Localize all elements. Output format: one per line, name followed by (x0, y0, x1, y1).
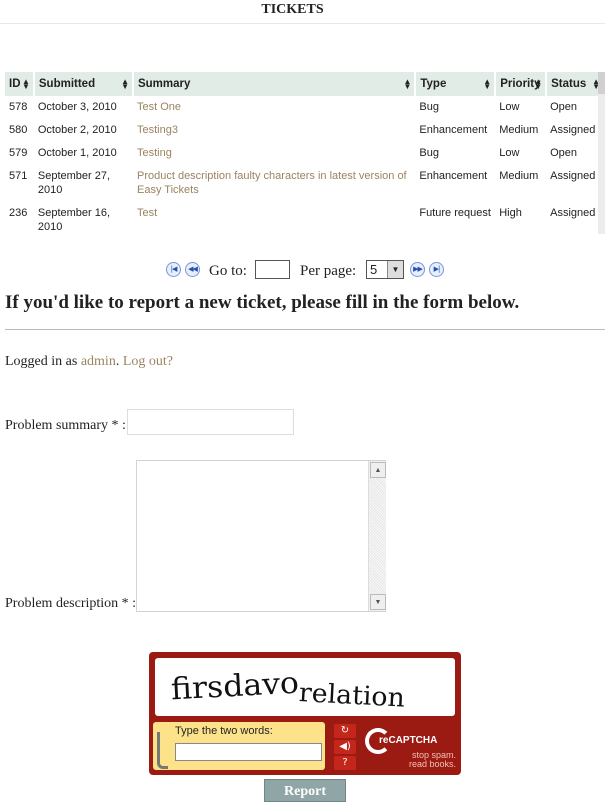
captcha-word-2: relation (298, 678, 406, 714)
column-header-id[interactable]: ID ▲ ▼ (5, 72, 35, 96)
captcha-words: firsdavo relation (170, 666, 406, 714)
ticket-summary-link[interactable]: Testing3 (133, 119, 415, 142)
logged-in-prefix: Logged in as (5, 354, 78, 369)
ticket-status: Open (550, 147, 578, 159)
first-page-icon[interactable]: |◀ (166, 262, 181, 277)
table-row[interactable]: 579 October 1, 2010 Testing Bug Low Open (5, 142, 604, 165)
sort-icon: ▲ ▼ (534, 77, 543, 91)
logout-link[interactable]: Log out? (123, 354, 173, 369)
title-divider (0, 23, 605, 24)
ticket-id: 580 (9, 124, 28, 136)
ticket-id: 571 (9, 170, 28, 182)
sort-icon: ▲ ▼ (21, 77, 30, 91)
table-row[interactable]: 578 October 3, 2010 Test One Bug Low Ope… (5, 96, 604, 119)
audio-icon[interactable]: ◀) (334, 740, 356, 754)
column-header-status[interactable]: Status ▲ ▼ (546, 72, 605, 96)
prev-page-icon[interactable]: ◀◀ (185, 262, 200, 277)
problem-description-label: Problem description * : (5, 596, 137, 611)
ticket-status: Assigned (550, 124, 596, 136)
tickets-table: ID ▲ ▼ Submitted ▲ ▼ Summary ▲ ▼ Type ▲ ▼ Priori… (5, 72, 605, 239)
problem-summary-input[interactable] (127, 409, 294, 435)
logged-in-line: Logged in as admin. Log out? (5, 354, 173, 369)
username-link[interactable]: admin (81, 354, 116, 369)
scroll-up-icon[interactable]: ▲ (370, 462, 386, 478)
ticket-summary-link[interactable]: Product description faulty characters in… (133, 165, 415, 202)
ticket-summary-link[interactable]: Test One (133, 96, 415, 119)
captcha-answer-area: Type the two words: (153, 722, 325, 770)
ticket-submitted: September 16, 2010 (37, 207, 111, 233)
captcha-hook-decoration (157, 732, 168, 769)
goto-label: Go to: (209, 263, 247, 279)
ticket-status: Open (550, 101, 578, 113)
chevron-down-icon[interactable]: ▼ (387, 261, 403, 278)
per-page-select[interactable]: 5 ▼ (366, 260, 404, 279)
goto-page-input[interactable] (255, 260, 290, 279)
ticket-type: Future request (419, 207, 491, 219)
recaptcha-widget: firsdavo relation Type the two words: ↻ … (149, 652, 461, 775)
ticket-id: 578 (9, 101, 28, 113)
ticket-priority: Medium (499, 124, 539, 136)
table-scrollbar-thumb[interactable] (598, 72, 605, 94)
ticket-type: Enhancement (419, 124, 488, 136)
ticket-submitted: October 3, 2010 (37, 101, 117, 113)
ticket-priority: Medium (499, 170, 539, 182)
help-icon[interactable]: ? (334, 756, 356, 770)
per-page-label: Per page: (300, 263, 357, 279)
ticket-submitted: October 1, 2010 (37, 147, 117, 159)
per-page-value: 5 (370, 262, 378, 277)
ticket-submitted: October 2, 2010 (37, 124, 117, 136)
recaptcha-brand: reCAPTCHA (379, 735, 438, 746)
ticket-summary-link[interactable]: Testing (133, 142, 415, 165)
column-header-priority[interactable]: Priority ▲ ▼ (495, 72, 548, 96)
table-row[interactable]: 571 September 27, 2010 Product descripti… (5, 165, 604, 202)
ticket-priority: Low (499, 147, 520, 159)
ticket-status: Assigned (550, 207, 596, 219)
form-divider (5, 329, 605, 330)
ticket-type: Enhancement (419, 170, 488, 182)
ticket-id: 579 (9, 147, 28, 159)
table-row[interactable]: 580 October 2, 2010 Testing3 Enhancement… (5, 119, 604, 142)
page-title: TICKETS (261, 2, 324, 17)
last-page-icon[interactable]: ▶| (429, 262, 444, 277)
next-page-icon[interactable]: ▶▶ (410, 262, 425, 277)
column-header-type[interactable]: Type ▲ ▼ (415, 72, 497, 96)
captcha-image: firsdavo relation (155, 658, 455, 716)
refresh-icon[interactable]: ↻ (334, 724, 356, 738)
description-scrollbar[interactable]: ▲ ▼ (368, 461, 386, 611)
recaptcha-tagline: stop spam. read books. (408, 750, 456, 769)
captcha-response-input[interactable] (175, 743, 322, 761)
report-form-heading: If you'd like to report a new ticket, pl… (5, 292, 520, 313)
captcha-prompt: Type the two words: (175, 725, 273, 737)
column-header-submitted[interactable]: Submitted ▲ ▼ (33, 72, 134, 96)
sort-icon: ▲ ▼ (483, 77, 492, 91)
column-header-summary[interactable]: Summary ▲ ▼ (132, 72, 417, 96)
table-row[interactable]: 236 September 16, 2010 Test Future reque… (5, 202, 604, 239)
scroll-down-icon[interactable]: ▼ (370, 594, 386, 610)
report-button[interactable]: Report (264, 779, 346, 802)
problem-summary-label: Problem summary * : (5, 418, 126, 433)
ticket-type: Bug (419, 147, 439, 159)
problem-description-textarea[interactable] (136, 460, 386, 612)
ticket-status: Assigned (550, 170, 596, 182)
sort-icon: ▲ ▼ (121, 77, 129, 91)
ticket-submitted: September 27, 2010 (37, 170, 111, 196)
ticket-priority: Low (499, 101, 520, 113)
table-header-row: ID ▲ ▼ Submitted ▲ ▼ Summary ▲ ▼ Type ▲ ▼ Priori… (5, 72, 605, 96)
ticket-id: 236 (9, 207, 28, 219)
captcha-word-1: firsdavo (170, 666, 300, 708)
ticket-summary-link[interactable]: Test (133, 202, 415, 239)
sort-icon: ▲ ▼ (403, 77, 412, 91)
table-scrollbar[interactable] (598, 72, 605, 234)
ticket-type: Bug (419, 101, 439, 113)
ticket-priority: High (499, 207, 522, 219)
